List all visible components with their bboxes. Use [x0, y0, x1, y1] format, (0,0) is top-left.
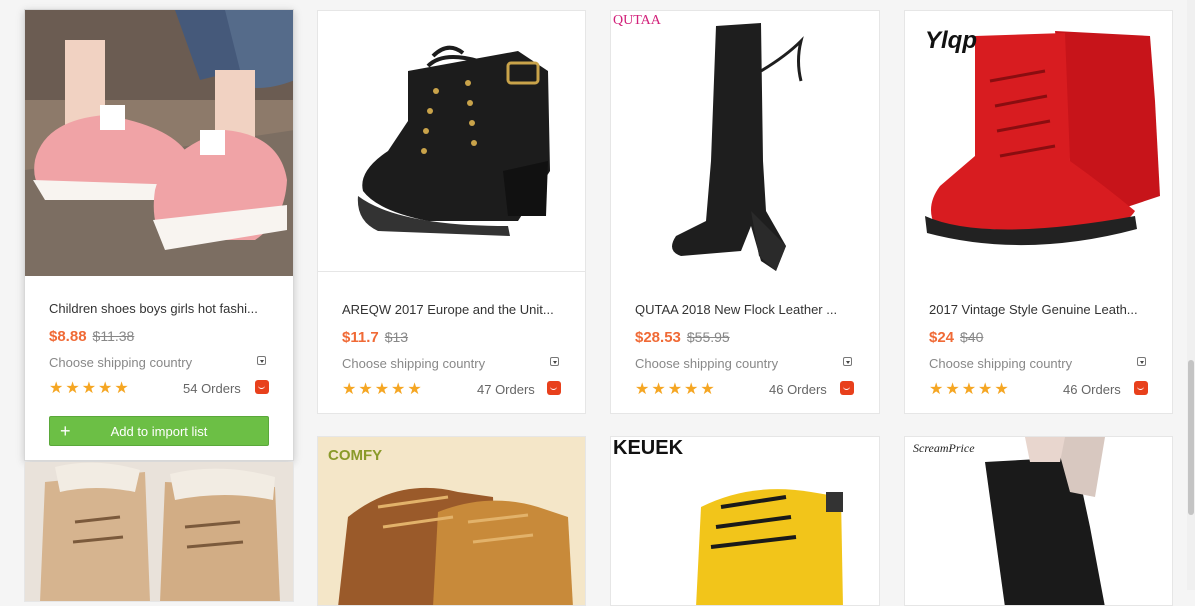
product-image[interactable]: ScreamPrice [905, 437, 1172, 605]
chevron-down-icon[interactable] [843, 357, 852, 366]
current-price: $8.88 [49, 328, 87, 345]
chevron-down-icon[interactable] [1137, 357, 1146, 366]
shipping-country-select[interactable]: Choose shipping country [929, 356, 1072, 371]
add-to-import-list-button[interactable]: + Add to import list [49, 416, 269, 446]
aliexpress-icon[interactable] [255, 380, 269, 394]
product-card[interactable]: QUTAA QUTAA 2018 New Flock Leather ... $… [610, 10, 880, 414]
price-block: $28.53 $55.95 [635, 329, 730, 346]
original-price: $13 [384, 329, 409, 345]
brand-logo: Ylqp [925, 27, 977, 54]
aliexpress-icon[interactable] [547, 381, 561, 395]
product-image[interactable] [25, 462, 293, 601]
chevron-down-icon[interactable] [550, 357, 559, 366]
original-price: $11.38 [92, 328, 135, 344]
shipping-country-select[interactable]: Choose shipping country [635, 356, 778, 371]
product-card[interactable]: Children shoes boys girls hot fashi... $… [24, 9, 294, 461]
product-title[interactable]: 2017 Vintage Style Genuine Leath... [929, 302, 1138, 317]
orders-count: 47 Orders [477, 382, 535, 397]
add-button-label: Add to import list [110, 424, 208, 439]
product-title[interactable]: Children shoes boys girls hot fashi... [49, 301, 258, 316]
aliexpress-icon[interactable] [1134, 381, 1148, 395]
product-image[interactable] [318, 11, 585, 272]
shipping-country-select[interactable]: Choose shipping country [49, 355, 192, 370]
product-card[interactable] [24, 462, 294, 602]
product-card[interactable]: KEUEK [610, 436, 880, 606]
product-image[interactable]: KEUEK [611, 437, 879, 605]
brand-logo: ScreamPrice [913, 441, 975, 455]
orders-count: 46 Orders [769, 382, 827, 397]
rating-stars: ★★★★★ [929, 381, 1011, 398]
product-image[interactable]: Ylqp [905, 11, 1172, 271]
price-block: $11.7 $13 [342, 329, 408, 346]
original-price: $40 [960, 329, 984, 345]
product-card[interactable]: COMFY [317, 436, 586, 606]
product-image[interactable] [25, 10, 293, 276]
rating-stars: ★★★★★ [635, 381, 717, 398]
price-block: $8.88 $11.38 [49, 328, 134, 345]
current-price: $11.7 [342, 329, 379, 346]
product-title[interactable]: QUTAA 2018 New Flock Leather ... [635, 302, 837, 317]
product-image[interactable]: QUTAA [611, 11, 879, 271]
shipping-country-select[interactable]: Choose shipping country [342, 356, 485, 371]
orders-count: 54 Orders [183, 381, 241, 396]
chevron-down-icon[interactable] [257, 356, 266, 365]
product-card[interactable]: ScreamPrice [904, 436, 1173, 606]
aliexpress-icon[interactable] [840, 381, 854, 395]
orders-count: 46 Orders [1063, 382, 1121, 397]
product-title[interactable]: AREQW 2017 Europe and the Unit... [342, 302, 554, 317]
price-block: $24 $40 [929, 329, 983, 346]
product-card[interactable]: AREQW 2017 Europe and the Unit... $11.7 $… [317, 10, 586, 414]
scrollbar-thumb[interactable] [1188, 360, 1194, 515]
current-price: $24 [929, 329, 955, 346]
brand-logo: QUTAA [613, 13, 661, 28]
original-price: $55.95 [686, 329, 730, 345]
brand-logo: KEUEK [613, 437, 684, 459]
rating-stars: ★★★★★ [49, 380, 131, 397]
rating-stars: ★★★★★ [342, 381, 424, 398]
current-price: $28.53 [635, 329, 681, 346]
brand-logo: COMFY [328, 447, 383, 464]
vertical-scrollbar[interactable] [1187, 0, 1195, 590]
product-image[interactable]: COMFY [318, 437, 585, 605]
product-card[interactable]: Ylqp 2017 Vintage Style Genuine Leath...… [904, 10, 1173, 414]
